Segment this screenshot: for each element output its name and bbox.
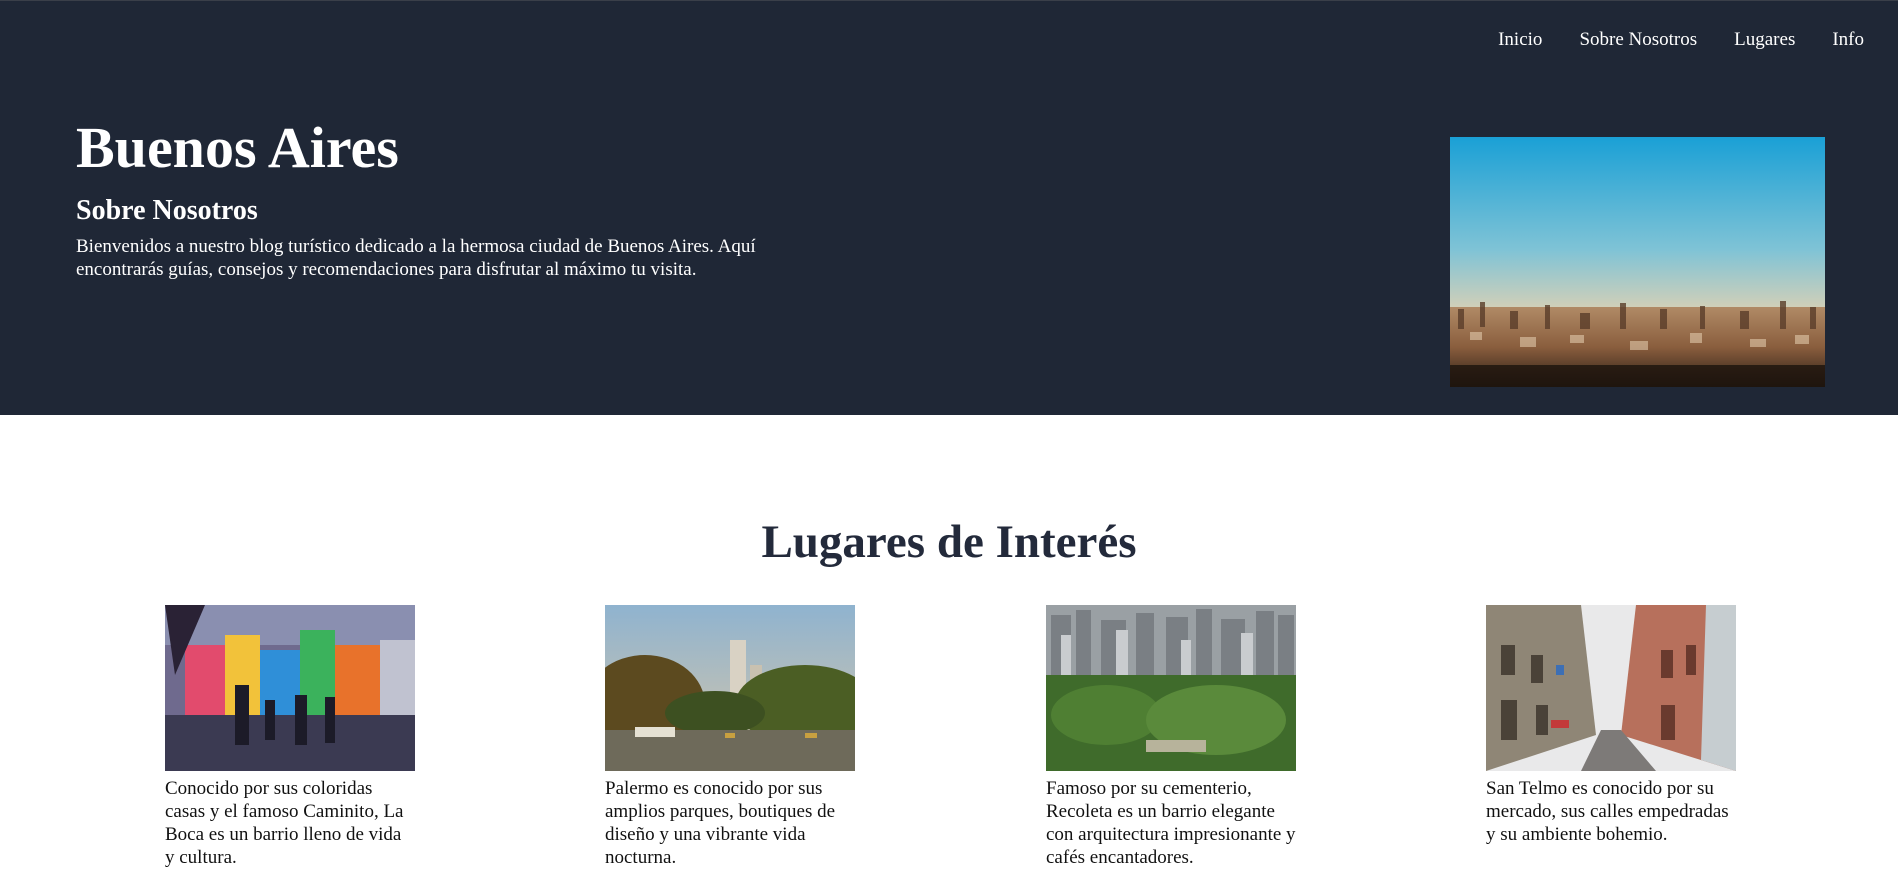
main-nav: Inicio Sobre Nosotros Lugares Info <box>1498 29 1864 51</box>
palermo-image <box>605 605 855 771</box>
palermo-description: Palermo es conocido por sus amplios parq… <box>605 778 836 868</box>
about-text: Bienvenidos a nuestro blog turístico ded… <box>76 236 756 280</box>
recoleta-image <box>1046 605 1296 771</box>
la-boca-description: Conocido por sus coloridas casas y el fa… <box>165 778 404 868</box>
nav-link-info[interactable]: Info <box>1832 29 1864 51</box>
skyline-image <box>1450 137 1825 387</box>
recoleta-description: Famoso por su cementerio, Recoleta es un… <box>1046 778 1296 868</box>
la-boca-image <box>165 605 415 771</box>
place-card-san-telmo[interactable]: San Telmo es conocido por su mercado, su… <box>1486 605 1736 846</box>
page-title: Buenos Aires <box>76 115 399 180</box>
nav-link-lugares[interactable]: Lugares <box>1734 29 1795 51</box>
nav-link-sobre-nosotros[interactable]: Sobre Nosotros <box>1579 29 1697 51</box>
places-heading: Lugares de Interés <box>761 516 1137 568</box>
place-card-palermo[interactable]: Palermo es conocido por sus amplios parq… <box>605 605 855 869</box>
hero-header: Inicio Sobre Nosotros Lugares Info Bueno… <box>0 0 1898 415</box>
san-telmo-description: San Telmo es conocido por su mercado, su… <box>1486 778 1729 845</box>
nav-link-inicio[interactable]: Inicio <box>1498 29 1542 51</box>
place-card-recoleta[interactable]: Famoso por su cementerio, Recoleta es un… <box>1046 605 1296 869</box>
san-telmo-image <box>1486 605 1736 771</box>
about-heading: Sobre Nosotros <box>76 195 258 226</box>
place-card-la-boca[interactable]: Conocido por sus coloridas casas y el fa… <box>165 605 415 869</box>
